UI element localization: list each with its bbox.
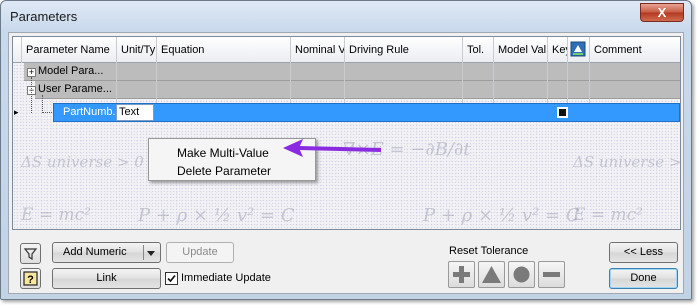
window-title: Parameters bbox=[10, 9, 78, 24]
dropdown-arrow-icon[interactable] bbox=[146, 243, 156, 269]
triangle-icon bbox=[482, 266, 501, 283]
grid-header: Parameter Name Unit/Ty Equation Nominal … bbox=[13, 37, 680, 63]
unit-type-cell[interactable]: Text bbox=[116, 104, 154, 121]
tolerance-median-button[interactable] bbox=[478, 261, 505, 288]
reset-tolerance-group: Reset Tolerance bbox=[447, 245, 572, 295]
reset-tolerance-label: Reset Tolerance bbox=[449, 245, 529, 257]
update-button[interactable]: Update bbox=[166, 242, 234, 263]
col-nominal-value[interactable]: Nominal V bbox=[291, 37, 345, 63]
link-button[interactable]: Link bbox=[52, 268, 161, 289]
watermark-formula: E = mc² bbox=[21, 205, 91, 225]
done-button[interactable]: Done bbox=[609, 268, 678, 289]
watermark-formula: ΔS universe > 0 bbox=[573, 153, 681, 171]
col-export[interactable] bbox=[568, 37, 590, 63]
dialog-client: ∇×E = −∂B/∂t ΔS universe > 0 ΔS universe… bbox=[8, 32, 684, 294]
immediate-update-checkbox[interactable] bbox=[165, 272, 178, 285]
svg-text:?: ? bbox=[27, 274, 34, 286]
minus-icon bbox=[543, 272, 560, 277]
circle-icon bbox=[513, 266, 530, 283]
watermark-formula: P + ρ × ½ v² = C bbox=[138, 205, 295, 226]
tree-label-model-params: Model Para... bbox=[38, 65, 104, 77]
close-icon: X bbox=[657, 5, 667, 20]
filter-button[interactable] bbox=[20, 243, 41, 264]
watermark-formula: P + ρ × ½ v² = C bbox=[423, 205, 580, 226]
parameters-grid: ∇×E = −∂B/∂t ΔS universe > 0 ΔS universe… bbox=[12, 36, 681, 230]
help-icon: ? bbox=[23, 271, 38, 286]
menu-item-delete-parameter[interactable]: Delete Parameter bbox=[177, 164, 271, 178]
checkmark-icon bbox=[167, 274, 176, 283]
col-unit-type[interactable]: Unit/Ty bbox=[117, 37, 157, 63]
tolerance-upper-button[interactable] bbox=[448, 261, 475, 288]
title-bar: Parameters X bbox=[1, 1, 691, 31]
filter-icon bbox=[23, 248, 38, 261]
col-key[interactable]: Key bbox=[548, 37, 568, 63]
parameter-name-cell[interactable]: PartNumb... bbox=[63, 106, 122, 118]
tree-row-model-params[interactable] bbox=[24, 63, 680, 81]
watermark-formula: ΔS universe > 0 bbox=[21, 153, 144, 171]
add-numeric-button[interactable]: Add Numeric bbox=[52, 242, 161, 263]
col-model-value[interactable]: Model Val bbox=[494, 37, 548, 63]
annotation-arrow bbox=[283, 139, 382, 157]
comment-icon bbox=[570, 41, 586, 57]
immediate-update-label: Immediate Update bbox=[181, 272, 271, 284]
unit-type-value: Text bbox=[119, 106, 140, 118]
col-driving-rule[interactable]: Driving Rule bbox=[345, 37, 463, 63]
menu-item-make-multi-value[interactable]: Make Multi-Value bbox=[177, 146, 269, 160]
close-button[interactable]: X bbox=[640, 3, 684, 22]
less-button[interactable]: << Less bbox=[609, 242, 678, 263]
col-tolerance[interactable]: Tol. bbox=[463, 37, 494, 63]
col-comment[interactable]: Comment bbox=[590, 37, 680, 63]
row-header-corner bbox=[13, 37, 22, 63]
current-row-indicator: ▸ bbox=[14, 107, 19, 117]
key-checkbox[interactable] bbox=[557, 107, 568, 118]
tree-row-user-params[interactable] bbox=[35, 81, 680, 99]
plus-icon bbox=[453, 266, 470, 283]
add-numeric-label: Add Numeric bbox=[63, 246, 127, 258]
help-button[interactable]: ? bbox=[20, 268, 41, 289]
tolerance-nominal-button[interactable] bbox=[508, 261, 535, 288]
expand-icon[interactable]: + bbox=[27, 68, 36, 77]
tolerance-lower-button[interactable] bbox=[538, 261, 565, 288]
tree-label-user-params: User Parame... bbox=[38, 83, 112, 95]
col-equation[interactable]: Equation bbox=[157, 37, 291, 63]
watermark-formula: E = mc² bbox=[573, 205, 643, 225]
parameters-window: Parameters X ∇×E = −∂B/∂t ΔS universe > … bbox=[0, 0, 692, 300]
col-parameter-name[interactable]: Parameter Name bbox=[22, 37, 117, 63]
